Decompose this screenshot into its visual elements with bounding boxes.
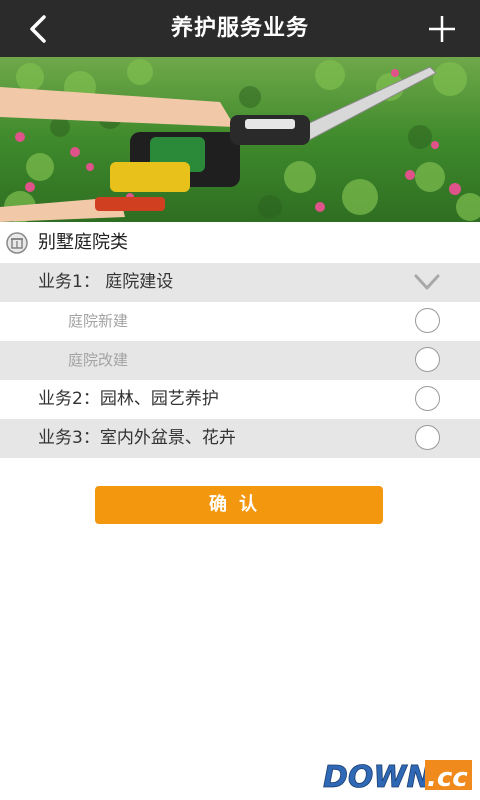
radio-button[interactable] xyxy=(415,386,440,411)
plus-icon[interactable] xyxy=(428,15,456,43)
radio-button[interactable] xyxy=(415,347,440,372)
page-title: 养护服务业务 xyxy=(170,16,309,41)
radio-button[interactable] xyxy=(415,425,440,450)
watermark-text: DOWN xyxy=(323,760,432,794)
service-option[interactable]: 庭院改建 xyxy=(0,341,480,380)
service-label: 业务2：园林、园艺养护 xyxy=(38,389,219,409)
service-label: 业务3：室内外盆景、花卉 xyxy=(38,428,236,448)
watermark-logo: DOWN .cc xyxy=(321,758,473,794)
chevron-down-icon[interactable] xyxy=(414,273,440,291)
confirm-button[interactable]: 确认 xyxy=(95,486,383,524)
radio-button[interactable] xyxy=(415,308,440,333)
watermark-suffix: .cc xyxy=(427,763,468,793)
service-option-label: 庭院改建 xyxy=(68,351,129,369)
category-header: 别墅庭院类 xyxy=(0,222,480,263)
service-group-1[interactable]: 业务1： 庭院建设 xyxy=(0,263,480,302)
service-option[interactable]: 庭院新建 xyxy=(0,302,480,341)
banner-image xyxy=(0,57,480,222)
service-label: 业务1： 庭院建设 xyxy=(38,272,174,292)
service-group-2[interactable]: 业务2：园林、园艺养护 xyxy=(0,380,480,419)
service-option-label: 庭院新建 xyxy=(68,312,129,330)
building-icon xyxy=(6,232,28,254)
category-label: 别墅庭院类 xyxy=(38,232,128,253)
title-bar: 养护服务业务 xyxy=(0,0,480,57)
service-group-3[interactable]: 业务3：室内外盆景、花卉 xyxy=(0,419,480,458)
